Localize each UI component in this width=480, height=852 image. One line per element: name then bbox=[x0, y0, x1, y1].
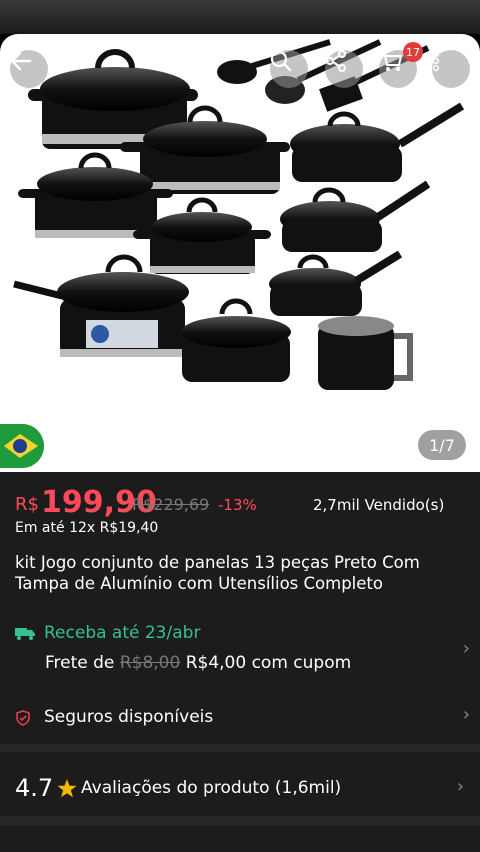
shipping-old-price: R$8,00 bbox=[119, 653, 181, 673]
shipping-price: Frete de R$8,00 R$4,00 com cupom bbox=[45, 650, 351, 676]
section-divider bbox=[0, 744, 480, 752]
back-arrow-icon bbox=[10, 51, 32, 71]
share-icon bbox=[326, 50, 346, 72]
search-button[interactable] bbox=[270, 50, 308, 88]
shipping-row[interactable]: Receba até 23/abr Frete de R$8,00 R$4,00… bbox=[15, 620, 470, 680]
chevron-right-icon: › bbox=[462, 704, 470, 725]
price-row: R$ 199,90 R$229,69 -13% 2,7mil Vendido(s… bbox=[15, 486, 465, 520]
more-options-button[interactable] bbox=[432, 50, 470, 88]
next-section bbox=[0, 826, 480, 852]
back-button[interactable] bbox=[10, 50, 48, 88]
discount-badge: -13% bbox=[218, 496, 257, 514]
sold-count: 2,7mil Vendido(s) bbox=[313, 496, 445, 514]
delivery-truck-icon bbox=[15, 628, 35, 640]
insurance-label: Seguros disponíveis bbox=[44, 707, 214, 727]
cart-count-badge: 17 bbox=[403, 42, 423, 62]
cookware-photo bbox=[13, 39, 465, 390]
brazil-flag-icon bbox=[0, 424, 44, 468]
price-original: R$229,69 bbox=[132, 495, 210, 514]
share-button[interactable] bbox=[325, 50, 363, 88]
product-image-gallery[interactable]: 17 bbox=[0, 34, 480, 472]
more-vertical-icon bbox=[432, 50, 440, 72]
chevron-right-icon: › bbox=[462, 638, 470, 659]
insurance-row[interactable]: Seguros disponíveis › bbox=[15, 704, 470, 730]
price-currency: R$ bbox=[15, 494, 39, 515]
cart-icon bbox=[380, 51, 403, 71]
cart-button[interactable]: 17 bbox=[379, 42, 423, 88]
shield-icon bbox=[16, 710, 30, 726]
shipping-coupon-price: R$4,00 com cupom bbox=[185, 653, 352, 673]
star-icon bbox=[57, 779, 77, 798]
image-counter: 1/7 bbox=[418, 430, 466, 460]
shipping-label: Frete de bbox=[45, 653, 115, 673]
delivery-date: Receba até 23/abr bbox=[44, 623, 201, 643]
reviews-label: Avaliações do produto (1,6mil) bbox=[81, 778, 342, 798]
chevron-right-icon: › bbox=[456, 776, 464, 797]
product-title: kit Jogo conjunto de panelas 13 peças Pr… bbox=[15, 553, 420, 593]
reviews-row[interactable]: 4.7 Avaliações do produto (1,6mil) › bbox=[0, 760, 480, 816]
installments-text: Em até 12x R$19,40 bbox=[15, 520, 159, 536]
status-bar bbox=[0, 0, 480, 34]
search-icon bbox=[270, 50, 292, 72]
section-divider bbox=[0, 816, 480, 826]
rating-value: 4.7 bbox=[15, 774, 54, 802]
